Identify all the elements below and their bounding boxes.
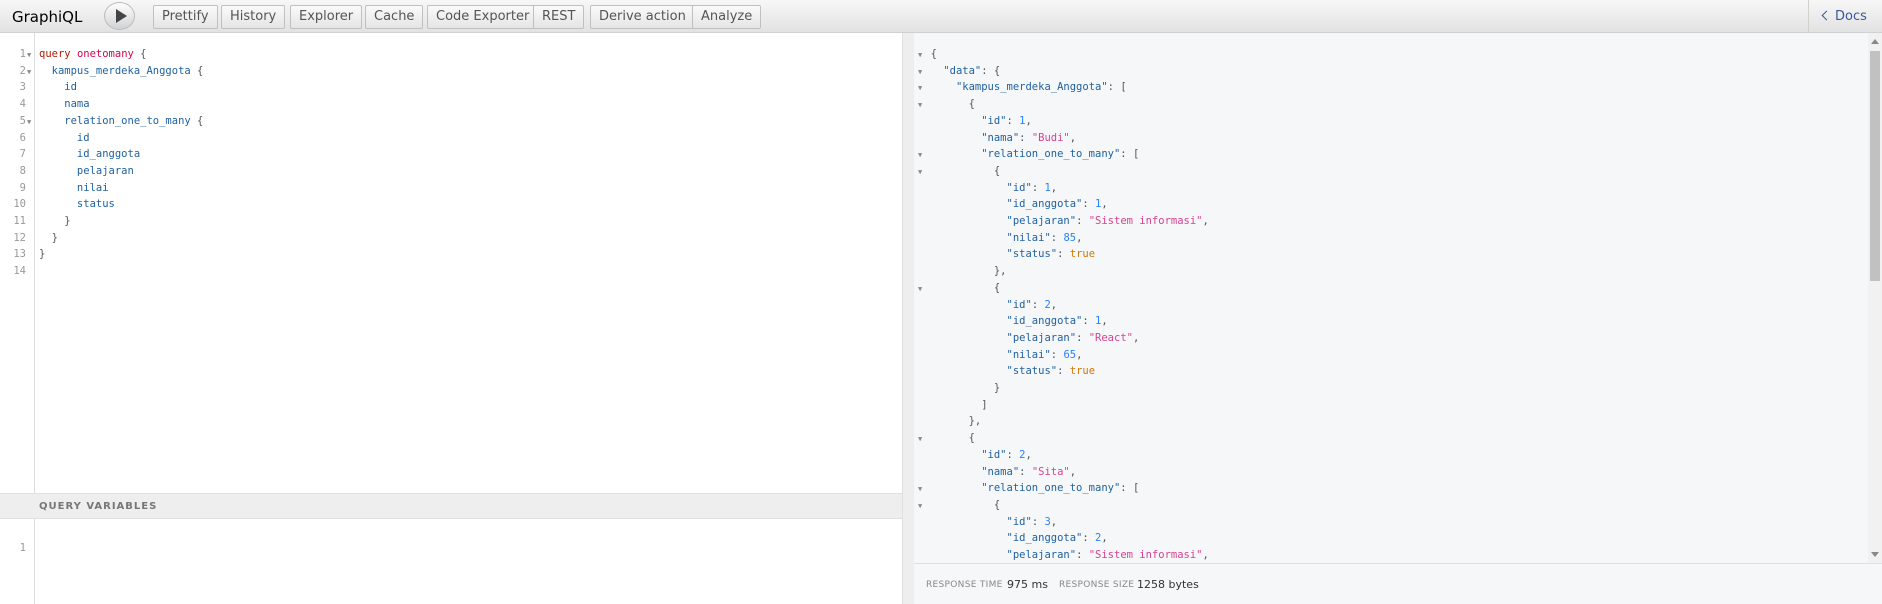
result-line: "id_anggota": 1, xyxy=(1006,198,1108,211)
result-line: "nilai": 65, xyxy=(1006,348,1083,361)
line-number: 12 xyxy=(13,231,26,244)
line-number: 6 xyxy=(19,131,26,144)
line-number: 9 xyxy=(19,181,26,194)
query-line[interactable]: nilai xyxy=(39,182,109,194)
line-number: 3 xyxy=(19,81,26,94)
result-line: "id": 3, xyxy=(1006,515,1058,528)
line-number: 13 xyxy=(13,248,26,261)
line-number: 8 xyxy=(19,164,26,177)
line-number-gutter: 1 ▼ 2 ▼ 3 4 5 ▼ 6 7 8 9 10 11 12 13 14 xyxy=(0,33,35,493)
result-line: "pelajaran": "React", xyxy=(1006,331,1140,344)
query-line[interactable]: } xyxy=(39,215,70,227)
result-line: { xyxy=(918,432,975,445)
result-line: }, xyxy=(918,415,982,428)
query-line[interactable]: id xyxy=(39,132,90,144)
result-line: "nama": "Budi", xyxy=(981,131,1077,144)
result-line: "id": 1, xyxy=(981,114,1032,127)
docs-button[interactable]: Docs xyxy=(1808,0,1882,33)
query-line[interactable]: } xyxy=(39,248,45,260)
line-number: 11 xyxy=(13,215,26,227)
query-line[interactable]: relation_one_to_many { xyxy=(39,115,203,127)
toolbar: GraphiQL Prettify History Explorer Cache… xyxy=(0,0,1882,33)
pane-divider[interactable] xyxy=(902,33,914,604)
chevron-left-icon xyxy=(1821,10,1832,21)
response-size-value: 1258 bytes xyxy=(1137,578,1199,591)
result-line: "data": { xyxy=(943,64,1001,77)
play-icon xyxy=(115,9,127,23)
result-line: "nilai": 85, xyxy=(1006,231,1083,244)
code-exporter-button[interactable]: Code Exporter xyxy=(427,5,539,29)
app-title: GraphiQL xyxy=(12,8,83,26)
line-number: 14 xyxy=(13,265,26,278)
query-line[interactable]: } xyxy=(39,232,58,244)
scroll-down-arrow-icon[interactable] xyxy=(1871,552,1879,557)
result-line: "id": 2, xyxy=(1006,298,1058,311)
result-viewer: ▼ {▼ "data": {▼ "kampus_merdeka_Anggota"… xyxy=(914,33,1868,563)
result-line: "relation_one_to_many": [ xyxy=(981,482,1140,495)
result-line: ] xyxy=(918,398,988,411)
result-line: "pelajaran": "Sistem informasi", xyxy=(1006,549,1209,561)
result-line: "nama": "Sita", xyxy=(981,465,1077,478)
result-line: { xyxy=(918,98,975,111)
response-size-label: RESPONSE SIZE xyxy=(1059,580,1135,590)
query-variables-header[interactable]: QUERY VARIABLES xyxy=(0,493,902,519)
response-footer: RESPONSE TIME 975 ms RESPONSE SIZE 1258 … xyxy=(914,563,1882,604)
prettify-button[interactable]: Prettify xyxy=(153,5,218,29)
derive-action-button[interactable]: Derive action xyxy=(590,5,695,29)
fold-arrow-icon[interactable]: ▼ xyxy=(27,51,31,59)
result-line: } xyxy=(918,382,1001,394)
query-line[interactable]: status xyxy=(39,198,115,210)
result-scrollbar[interactable] xyxy=(1868,33,1882,563)
query-line[interactable]: id xyxy=(39,81,77,93)
fold-arrow-icon[interactable]: ▼ xyxy=(27,68,31,76)
response-time-label: RESPONSE TIME xyxy=(926,580,1003,590)
query-line[interactable]: kampus_merdeka_Anggota { xyxy=(39,65,204,77)
result-line: "relation_one_to_many": [ xyxy=(981,148,1140,161)
query-line[interactable]: query onetomany { xyxy=(39,48,147,60)
cache-button[interactable]: Cache xyxy=(365,5,424,29)
rest-button[interactable]: REST xyxy=(533,5,585,29)
history-button[interactable]: History xyxy=(221,5,286,29)
analyze-button[interactable]: Analyze xyxy=(692,5,762,29)
query-line[interactable]: pelajaran xyxy=(39,165,134,177)
query-line[interactable]: id_anggota xyxy=(39,148,140,160)
result-line: "id_anggota": 2, xyxy=(1006,532,1108,545)
scroll-up-arrow-icon[interactable] xyxy=(1871,39,1879,44)
result-line: "id": 1, xyxy=(1006,181,1058,194)
result-line: { xyxy=(918,281,1001,294)
result-line: "id_anggota": 1, xyxy=(1006,315,1108,328)
response-time-value: 975 ms xyxy=(1007,578,1048,591)
query-line[interactable]: nama xyxy=(39,98,89,110)
line-number: 10 xyxy=(13,198,26,211)
result-line: }, xyxy=(918,265,1007,278)
fold-arrow-icon[interactable]: ▼ xyxy=(27,118,31,126)
scrollbar-thumb[interactable] xyxy=(1870,51,1880,281)
variables-line-gutter: 1 xyxy=(0,519,35,604)
result-line: "status": true xyxy=(1006,365,1096,378)
result-line: "status": true xyxy=(1006,248,1096,261)
result-line: "pelajaran": "Sistem informasi", xyxy=(1006,215,1209,227)
execute-query-button[interactable] xyxy=(104,2,135,30)
line-number: 7 xyxy=(19,148,26,161)
docs-label: Docs xyxy=(1835,9,1867,24)
explorer-button[interactable]: Explorer xyxy=(290,5,363,29)
result-line: { xyxy=(918,498,1001,511)
result-line: { xyxy=(918,48,937,60)
result-line: "kampus_merdeka_Anggota": [ xyxy=(955,81,1127,94)
line-number: 1 xyxy=(19,542,26,554)
query-variables-title: QUERY VARIABLES xyxy=(39,501,158,512)
result-line: "id": 2, xyxy=(981,448,1032,461)
line-number: 4 xyxy=(19,98,26,111)
result-line: { xyxy=(918,164,1001,177)
query-editor[interactable]: 1 ▼ 2 ▼ 3 4 5 ▼ 6 7 8 9 10 11 12 13 14 query onetomany {… xyxy=(0,33,902,604)
